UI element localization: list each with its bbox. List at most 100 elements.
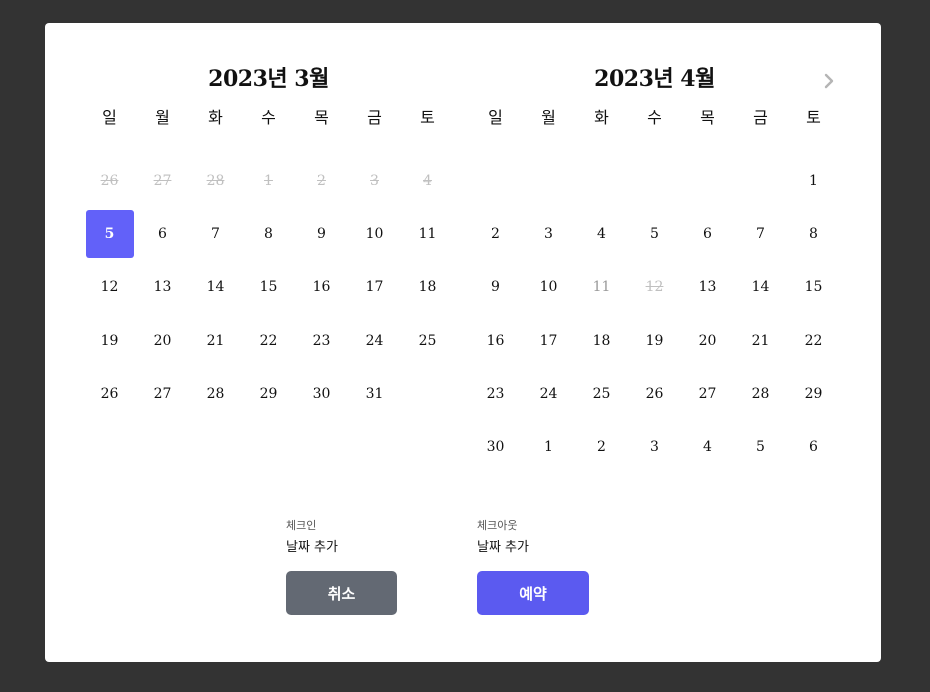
checkin-field[interactable]: 체크인 날짜 추가 [286, 517, 338, 555]
day-number: 2 [317, 172, 326, 189]
day-cell[interactable]: 8 [242, 207, 295, 260]
day-number: 26 [100, 385, 119, 402]
day-cell[interactable]: 3 [628, 420, 681, 473]
weekday-label: 월 [541, 108, 556, 127]
day-cell[interactable]: 15 [242, 261, 295, 314]
day-cell[interactable]: 29 [242, 367, 295, 420]
day-cell[interactable]: 22 [242, 314, 295, 367]
day-cell[interactable]: 15 [787, 261, 840, 314]
day-cell[interactable]: 30 [295, 367, 348, 420]
day-cell[interactable]: 18 [401, 261, 454, 314]
day-cell[interactable]: 28 [189, 367, 242, 420]
day-number: 2 [597, 439, 606, 456]
day-cell[interactable]: 9 [295, 207, 348, 260]
day-cell[interactable]: 17 [522, 314, 575, 367]
day-cell[interactable]: 29 [787, 367, 840, 420]
day-cell[interactable]: 28 [734, 367, 787, 420]
day-cell[interactable]: 7 [189, 207, 242, 260]
day-number: 2 [491, 225, 500, 242]
reserve-button[interactable]: 예약 [477, 571, 589, 615]
weekday-header: 일월화수목금토 [83, 108, 454, 128]
day-cell[interactable]: 9 [469, 261, 522, 314]
chevron-right-icon [824, 73, 834, 89]
day-cell[interactable]: 26 [628, 367, 681, 420]
day-cell[interactable]: 13 [681, 261, 734, 314]
day-number: 15 [804, 279, 823, 296]
day-cell[interactable]: 19 [83, 314, 136, 367]
weekday-label: 수 [261, 108, 276, 127]
day-cell[interactable]: 25 [401, 314, 454, 367]
day-cell[interactable]: 30 [469, 420, 522, 473]
day-cell[interactable]: 13 [136, 261, 189, 314]
day-cell[interactable]: 21 [734, 314, 787, 367]
day-number: 21 [206, 332, 225, 349]
day-number: 29 [804, 385, 823, 402]
day-number: 30 [312, 385, 331, 402]
day-cell[interactable]: 27 [136, 367, 189, 420]
day-cell[interactable]: 23 [469, 367, 522, 420]
day-cell[interactable]: 5 [734, 420, 787, 473]
day-cell[interactable]: 22 [787, 314, 840, 367]
day-cell[interactable]: 10 [522, 261, 575, 314]
day-number: 17 [365, 279, 384, 296]
day-number: 10 [365, 225, 384, 242]
day-number: 3 [370, 172, 379, 189]
day-cell[interactable]: 26 [83, 367, 136, 420]
day-cell: 4 [401, 154, 454, 207]
day-cell[interactable]: 23 [295, 314, 348, 367]
day-cell[interactable]: 2 [469, 207, 522, 260]
day-cell[interactable]: 6 [787, 420, 840, 473]
weekday-label: 화 [208, 108, 223, 127]
day-number: 28 [751, 385, 770, 402]
day-number: 7 [756, 225, 765, 242]
day-cell[interactable]: 6 [681, 207, 734, 260]
day-cell[interactable]: 5 [628, 207, 681, 260]
day-cell[interactable]: 24 [348, 314, 401, 367]
day-number: 26 [645, 385, 664, 402]
day-cell[interactable]: 2 [575, 420, 628, 473]
day-cell[interactable]: 7 [734, 207, 787, 260]
day-cell[interactable]: 20 [136, 314, 189, 367]
checkout-value: 날짜 추가 [477, 540, 529, 555]
day-cell[interactable]: 3 [522, 207, 575, 260]
day-cell[interactable]: 8 [787, 207, 840, 260]
day-cell[interactable]: 12 [83, 261, 136, 314]
weekday-label: 금 [753, 108, 768, 127]
day-number: 23 [312, 332, 331, 349]
day-cell[interactable]: 10 [348, 207, 401, 260]
day-cell[interactable]: 24 [522, 367, 575, 420]
day-number: 4 [423, 172, 432, 189]
checkout-field[interactable]: 체크아웃 날짜 추가 [477, 517, 529, 555]
day-cell[interactable]: 1 [522, 420, 575, 473]
day-cell[interactable]: 4 [681, 420, 734, 473]
day-number: 24 [365, 332, 384, 349]
week-row: 1 [469, 154, 840, 207]
day-cell[interactable]: 18 [575, 314, 628, 367]
day-cell[interactable]: 4 [575, 207, 628, 260]
week-row: 5 6 7 8 9 10 11 [83, 207, 454, 260]
day-cell[interactable]: 27 [681, 367, 734, 420]
day-number: 19 [100, 332, 119, 349]
day-cell[interactable]: 21 [189, 314, 242, 367]
cancel-button[interactable]: 취소 [286, 571, 397, 615]
day-grid: 1 2 3 4 5 6 7 8 9 10 11 12 13 14 15 16 17 18 19 20 21 22 23 24 2… [469, 154, 840, 474]
day-cell[interactable]: 1 [787, 154, 840, 207]
day-number: 28 [206, 385, 225, 402]
day-cell[interactable]: 19 [628, 314, 681, 367]
day-number: 8 [264, 225, 273, 242]
day-cell[interactable]: 20 [681, 314, 734, 367]
day-cell[interactable]: 14 [189, 261, 242, 314]
day-cell[interactable]: 16 [469, 314, 522, 367]
day-cell[interactable]: 17 [348, 261, 401, 314]
day-cell[interactable]: 5 [83, 207, 136, 260]
day-cell[interactable]: 16 [295, 261, 348, 314]
day-cell[interactable]: 25 [575, 367, 628, 420]
day-cell[interactable]: 14 [734, 261, 787, 314]
day-cell[interactable]: 11 [401, 207, 454, 260]
day-cell[interactable]: 6 [136, 207, 189, 260]
next-month-button[interactable] [821, 71, 837, 91]
day-number: 1 [809, 172, 818, 189]
day-cell[interactable]: 31 [348, 367, 401, 420]
day-number: 15 [259, 279, 278, 296]
week-row: 12 13 14 15 16 17 18 [83, 261, 454, 314]
